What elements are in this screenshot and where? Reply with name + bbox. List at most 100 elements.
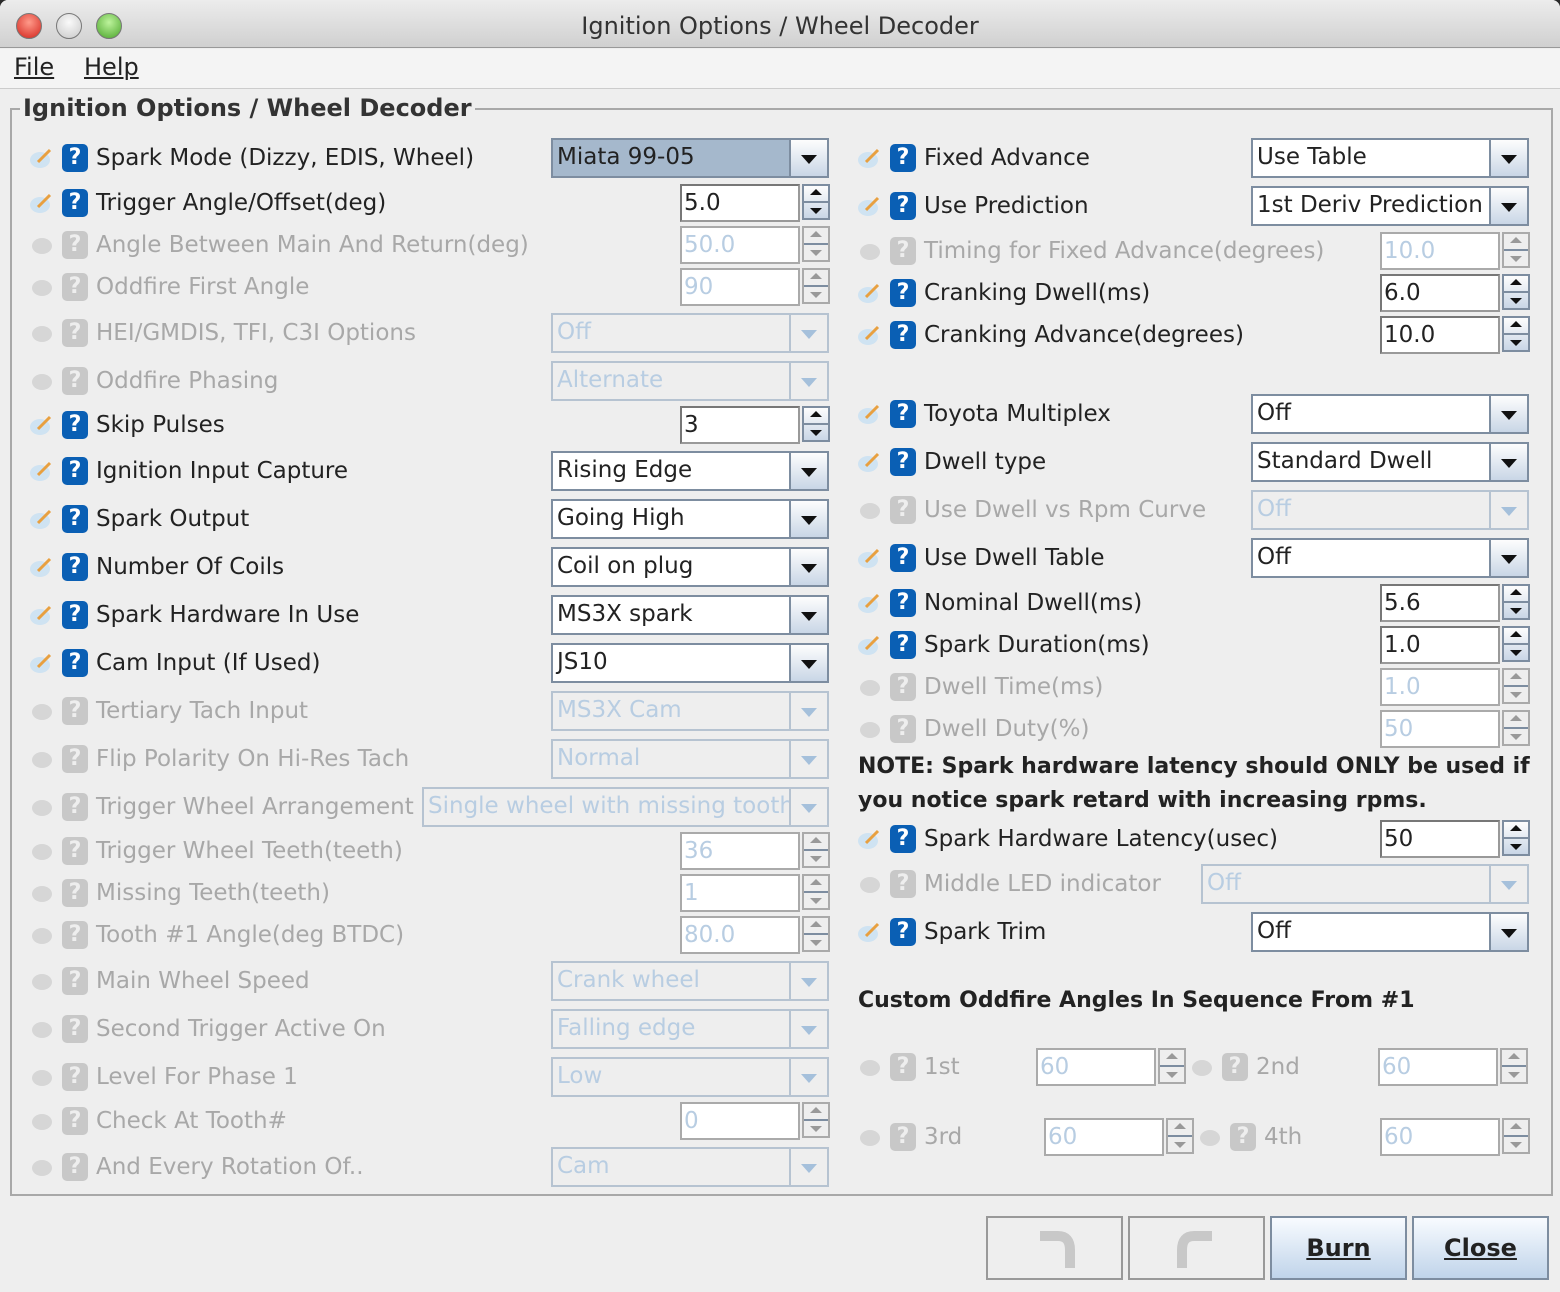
help-icon[interactable]: ?: [890, 870, 916, 898]
edit-note-icon[interactable]: [858, 451, 882, 473]
spinner-arrows[interactable]: [802, 406, 830, 442]
help-icon[interactable]: ?: [62, 144, 88, 172]
spinner-input[interactable]: 6.0: [1380, 274, 1500, 312]
spinner-arrows[interactable]: [1502, 584, 1530, 620]
help-icon[interactable]: ?: [890, 448, 916, 476]
edit-note-icon[interactable]: [30, 147, 54, 169]
edit-note-icon[interactable]: [30, 234, 54, 256]
edit-note-icon[interactable]: [858, 718, 882, 740]
chevron-down-icon[interactable]: [1489, 914, 1527, 950]
help-icon[interactable]: ?: [62, 837, 88, 865]
edit-note-icon[interactable]: [30, 882, 54, 904]
setting-dropdown[interactable]: Off: [1251, 912, 1529, 952]
help-icon[interactable]: ?: [62, 649, 88, 677]
chevron-down-icon[interactable]: [1489, 140, 1527, 176]
help-icon[interactable]: ?: [62, 697, 88, 725]
setting-dropdown[interactable]: JS10: [551, 643, 829, 683]
redo-button[interactable]: [1128, 1216, 1265, 1280]
close-window-icon[interactable]: [16, 13, 42, 39]
help-icon[interactable]: ?: [890, 1123, 916, 1151]
edit-note-icon[interactable]: [1190, 1056, 1214, 1078]
edit-note-icon[interactable]: [858, 499, 882, 521]
zoom-window-icon[interactable]: [96, 13, 122, 39]
chevron-down-icon[interactable]: [1489, 444, 1527, 480]
setting-dropdown[interactable]: 1st Deriv Prediction: [1251, 186, 1529, 226]
chevron-down-icon[interactable]: [789, 963, 827, 999]
edit-note-icon[interactable]: [858, 324, 882, 346]
chevron-down-icon[interactable]: [1489, 866, 1527, 902]
edit-note-icon[interactable]: [30, 1018, 54, 1040]
help-icon[interactable]: ?: [890, 321, 916, 349]
help-icon[interactable]: ?: [1230, 1123, 1256, 1151]
help-icon[interactable]: ?: [62, 967, 88, 995]
help-icon[interactable]: ?: [890, 192, 916, 220]
spinner-arrows[interactable]: [802, 184, 830, 220]
chevron-down-icon[interactable]: [789, 501, 827, 537]
help-icon[interactable]: ?: [890, 279, 916, 307]
help-icon[interactable]: ?: [62, 553, 88, 581]
edit-note-icon[interactable]: [858, 403, 882, 425]
edit-note-icon[interactable]: [30, 276, 54, 298]
edit-note-icon[interactable]: [30, 748, 54, 770]
help-icon[interactable]: ?: [62, 793, 88, 821]
chevron-down-icon[interactable]: [789, 789, 827, 825]
help-icon[interactable]: ?: [62, 1015, 88, 1043]
chevron-down-icon[interactable]: [789, 1149, 827, 1185]
edit-note-icon[interactable]: [30, 1156, 54, 1178]
chevron-down-icon[interactable]: [1489, 396, 1527, 432]
help-icon[interactable]: ?: [890, 144, 916, 172]
chevron-down-icon[interactable]: [789, 693, 827, 729]
setting-dropdown[interactable]: Going High: [551, 499, 829, 539]
edit-note-icon[interactable]: [858, 147, 882, 169]
menu-help[interactable]: Help: [84, 53, 139, 81]
edit-note-icon[interactable]: [858, 921, 882, 943]
edit-note-icon[interactable]: [858, 195, 882, 217]
help-icon[interactable]: ?: [62, 189, 88, 217]
edit-note-icon[interactable]: [30, 1110, 54, 1132]
edit-note-icon[interactable]: [30, 322, 54, 344]
help-icon[interactable]: ?: [890, 544, 916, 572]
edit-note-icon[interactable]: [858, 1126, 882, 1148]
edit-note-icon[interactable]: [30, 370, 54, 392]
setting-dropdown[interactable]: Rising Edge: [551, 451, 829, 491]
edit-note-icon[interactable]: [30, 840, 54, 862]
help-icon[interactable]: ?: [62, 319, 88, 347]
help-icon[interactable]: ?: [62, 601, 88, 629]
help-icon[interactable]: ?: [62, 457, 88, 485]
edit-note-icon[interactable]: [30, 556, 54, 578]
edit-note-icon[interactable]: [30, 460, 54, 482]
setting-dropdown[interactable]: Use Table: [1251, 138, 1529, 178]
help-icon[interactable]: ?: [62, 1063, 88, 1091]
edit-note-icon[interactable]: [30, 414, 54, 436]
help-icon[interactable]: ?: [890, 400, 916, 428]
spinner-input[interactable]: 50: [1380, 820, 1500, 858]
help-icon[interactable]: ?: [62, 745, 88, 773]
chevron-down-icon[interactable]: [789, 363, 827, 399]
chevron-down-icon[interactable]: [1489, 492, 1527, 528]
spinner-arrows[interactable]: [1502, 820, 1530, 856]
chevron-down-icon[interactable]: [789, 315, 827, 351]
chevron-down-icon[interactable]: [789, 140, 827, 176]
setting-dropdown[interactable]: Off: [1251, 538, 1529, 578]
help-icon[interactable]: ?: [62, 505, 88, 533]
undo-button[interactable]: [986, 1216, 1123, 1280]
edit-note-icon[interactable]: [30, 604, 54, 626]
edit-note-icon[interactable]: [858, 828, 882, 850]
edit-note-icon[interactable]: [858, 547, 882, 569]
edit-note-icon[interactable]: [858, 1056, 882, 1078]
spinner-arrows[interactable]: [1502, 626, 1530, 662]
burn-button[interactable]: Burn: [1270, 1216, 1407, 1280]
minimize-window-icon[interactable]: [56, 13, 82, 39]
help-icon[interactable]: ?: [62, 273, 88, 301]
edit-note-icon[interactable]: [858, 282, 882, 304]
help-icon[interactable]: ?: [1222, 1053, 1248, 1081]
edit-note-icon[interactable]: [858, 592, 882, 614]
edit-note-icon[interactable]: [30, 970, 54, 992]
spinner-input[interactable]: 5.6: [1380, 584, 1500, 622]
chevron-down-icon[interactable]: [789, 1059, 827, 1095]
setting-dropdown[interactable]: Standard Dwell: [1251, 442, 1529, 482]
help-icon[interactable]: ?: [890, 1053, 916, 1081]
help-icon[interactable]: ?: [890, 825, 916, 853]
help-icon[interactable]: ?: [62, 231, 88, 259]
help-icon[interactable]: ?: [62, 1107, 88, 1135]
